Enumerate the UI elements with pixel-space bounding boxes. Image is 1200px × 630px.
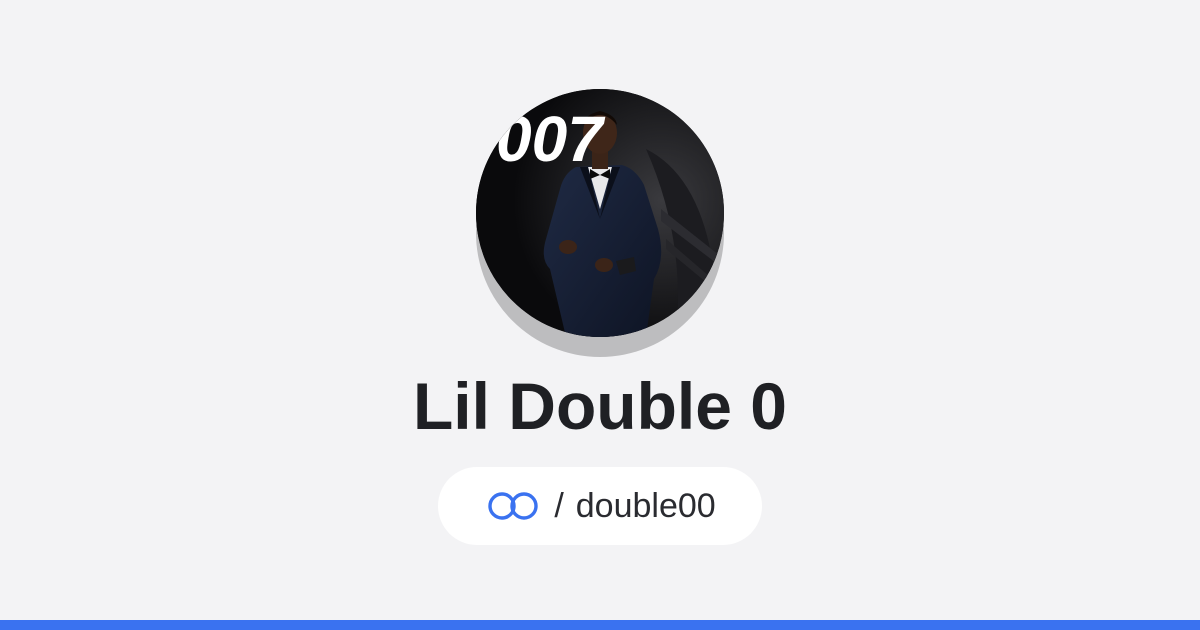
linked-rings-icon [484,489,542,523]
avatar-image: 007 [476,89,724,337]
profile-card: 007 Lil Double 0 / double00 [0,0,1200,630]
accent-bar [0,620,1200,630]
display-name: Lil Double 0 [412,369,788,443]
handle-link[interactable]: / double00 [438,467,762,545]
avatar-container: 007 [476,89,724,357]
handle-separator: / [554,487,564,525]
handle-text: double00 [575,487,716,525]
avatar[interactable]: 007 [476,89,724,337]
avatar-logo-text: 007 [496,103,606,175]
